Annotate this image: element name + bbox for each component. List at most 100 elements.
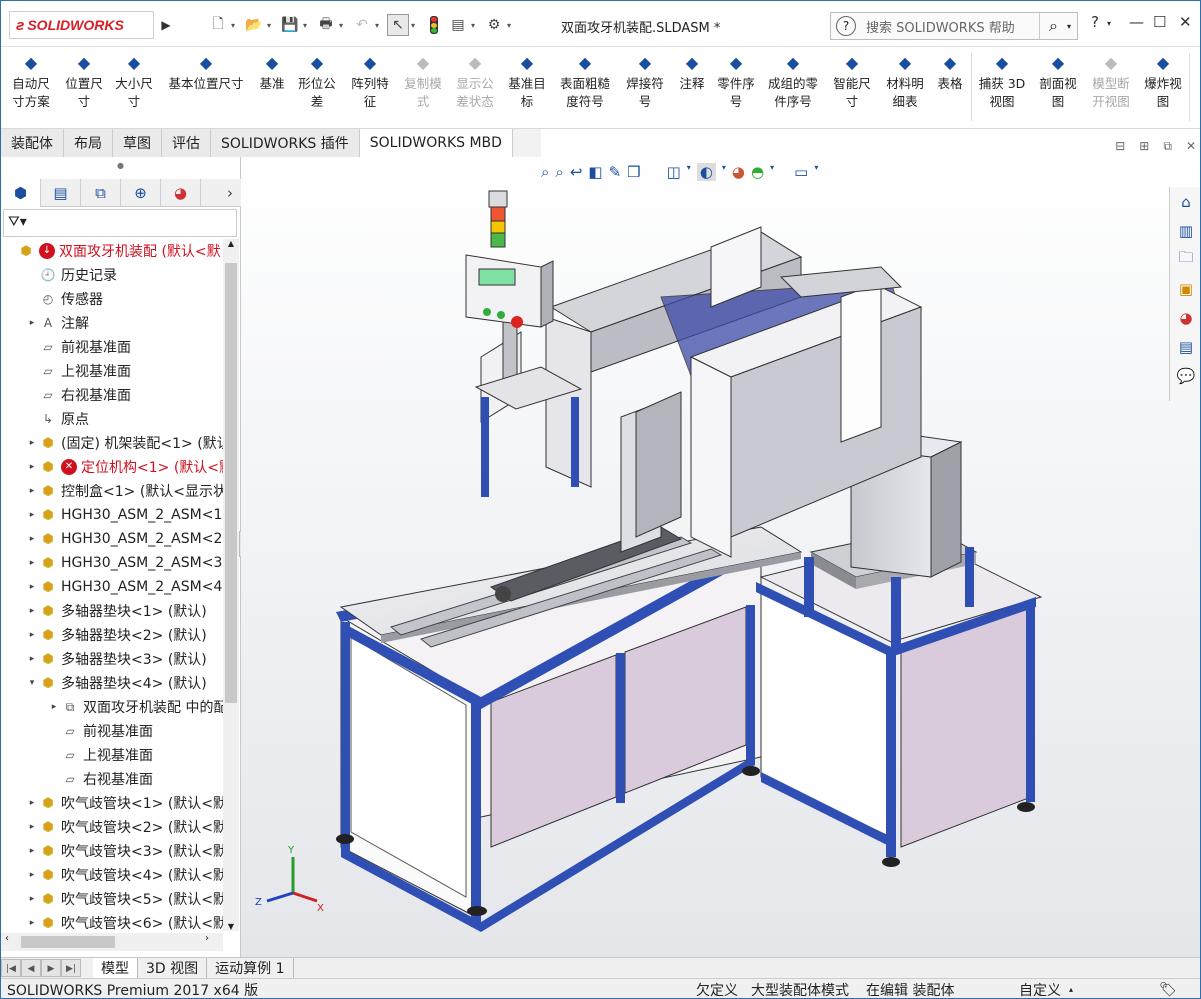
tab-last-icon[interactable]: ▶| [61,959,81,977]
expand-arrow-icon[interactable]: ▸ [47,702,61,712]
expand-arrow-icon[interactable]: ▸ [25,534,39,544]
viewport-close-icon[interactable]: ✕ [1186,139,1196,154]
tree-item[interactable]: ▾ ⬢ 多轴器垫块<4> (默认) [1,671,223,695]
bottom-tab-1[interactable]: 3D 视图 [138,957,208,979]
solidworks-resources-icon[interactable]: ⌂ [1170,187,1200,216]
tree-item[interactable]: ▸ ⬢ 多轴器垫块<3> (默认) [1,647,223,671]
tree-vertical-scrollbar[interactable]: ▲ ▼ [223,239,239,931]
tree-item[interactable]: ▸ A 注解 [1,311,223,335]
expand-arrow-icon[interactable]: ▸ [25,462,39,472]
tree-filter[interactable]: ⛛▾ [3,209,237,237]
select-cursor-icon[interactable]: ↖ [387,14,409,36]
design-library-icon[interactable]: ▥ [1170,216,1200,245]
panel-grip-icon[interactable]: ● [117,161,124,170]
units-dropdown-icon[interactable]: ▴ [1069,985,1073,994]
file-explorer-icon[interactable]: 🗀 [1170,245,1200,274]
tree-item[interactable]: ▸ ⬢ 吹气歧管块<2> (默认<默 [1,815,223,839]
solidworks-logo[interactable]: ƨ SOLIDWORKS [9,11,154,39]
cmd-weld-symbol-button[interactable]: ◆ 焊接符号 [619,51,671,111]
cmd-location-dimension-button[interactable]: ◆ 位置尺寸 [59,51,109,111]
tree-item[interactable]: ▱ 右视基准面 [1,383,223,407]
tree-item[interactable]: ▸ ⬢ 多轴器垫块<2> (默认) [1,623,223,647]
cmd-exploded-view-button[interactable]: ◆ 爆炸视图 [1137,51,1189,111]
tree-item[interactable]: ▸ ⬢ 吹气歧管块<1> (默认<默 [1,791,223,815]
property-manager-tab-icon[interactable]: ▤ [41,179,81,207]
tree-item[interactable]: ▸ ⬢ (固定) 机架装配<1> (默认 [1,431,223,455]
options-dropdown-icon[interactable]: ▾ [507,21,517,30]
expand-arrow-icon[interactable]: ▸ [25,822,39,832]
expand-arrow-icon[interactable]: ▸ [25,558,39,568]
expand-arrow-icon[interactable]: ▸ [25,582,39,592]
graphics-area[interactable]: ⊟ ⊞ ⧉ ✕ ⌕ ⌕ ↩ ◧ ✎ ❒ ◫ ▾ ◐ ▾ ◕ ◓ ▾ ▭ ▾ Y … [241,139,1201,957]
cmd-surface-finish-button[interactable]: ◆ 表面粗糙 度符号 [553,51,617,111]
custom-properties-icon[interactable]: ▤ [1170,332,1200,361]
expand-arrow-icon[interactable]: ▸ [25,438,39,448]
new-document-icon[interactable]: 🗋 [207,14,229,36]
cmd-auto-dimension-button[interactable]: ◆ 自动尺 寸方案 [3,51,59,111]
bottom-tab-0[interactable]: 模型 [93,957,138,979]
cmd-balloon-button[interactable]: ◆ 零件序号 [711,51,761,111]
expand-arrow-icon[interactable]: ▾ [25,678,39,688]
help-question-icon[interactable]: ? [1091,13,1099,31]
print-dropdown-icon[interactable]: ▾ [339,21,349,30]
viewport-tile-icon[interactable]: ⊟ [1115,139,1125,154]
configuration-manager-tab-icon[interactable]: ⧉ [81,179,121,207]
assembly-model-render[interactable]: Y X Z [241,157,1201,957]
save-dropdown-icon[interactable]: ▾ [303,21,313,30]
expand-arrow-icon[interactable]: ▸ [25,318,39,328]
open-dropdown-icon[interactable]: ▾ [267,21,277,30]
bottom-tab-2[interactable]: 运动算例 1 [207,957,294,979]
scrollbar-thumb[interactable] [225,263,237,703]
status-units[interactable]: 自定义 [1019,980,1061,999]
tree-horizontal-scrollbar[interactable]: ‹ › [1,933,223,951]
filter-icon[interactable]: ⛛▾ [8,214,27,230]
options-gear-icon[interactable]: ⚙ [483,14,505,36]
rebuild-traffic-light-icon[interactable] [423,14,445,36]
tree-item[interactable]: ▱ 前视基准面 [1,335,223,359]
help-search-box[interactable]: ? 搜索 SOLIDWORKS 帮助 ⌕ ▾ [830,12,1078,40]
cmd-capture-3d-view-button[interactable]: ◆ 捕获 3D 视图 [973,51,1031,111]
display-manager-tab-icon[interactable]: ◕ [161,179,201,207]
tab-1[interactable]: 布局 [64,129,113,157]
expand-arrow-icon[interactable]: ▸ [25,798,39,808]
tree-item[interactable]: ▱ 前视基准面 [1,719,223,743]
tab-5[interactable]: SOLIDWORKS MBD [359,129,513,157]
search-input[interactable]: 搜索 SOLIDWORKS 帮助 [866,17,1039,36]
viewport-split-icon[interactable]: ⊞ [1139,139,1149,154]
tree-item[interactable]: ▸ ⬢ HGH30_ASM_2_ASM<4 [1,575,223,599]
viewport-restore-icon[interactable]: ⧉ [1163,139,1172,154]
tree-item[interactable]: ◴ 传感器 [1,287,223,311]
tree-item[interactable]: ▸ ⬢ 多轴器垫块<1> (默认) [1,599,223,623]
expand-arrow-icon[interactable]: ▸ [25,918,39,928]
scroll-up-icon[interactable]: ▲ [223,239,239,248]
cmd-datum-target-button[interactable]: ◆ 基准目标 [501,51,553,111]
undo-dropdown-icon[interactable]: ▾ [375,21,385,30]
tab-4[interactable]: SOLIDWORKS 插件 [211,129,360,157]
expand-arrow-icon[interactable]: ▸ [25,846,39,856]
tree-item[interactable]: ▸ ⬢ HGH30_ASM_2_ASM<2 [1,527,223,551]
select-dropdown-icon[interactable]: ▾ [411,21,421,30]
tree-item[interactable]: ↳ 原点 [1,407,223,431]
cmd-stacked-balloon-button[interactable]: ◆ 成组的零 件序号 [761,51,825,111]
menu-expand-icon[interactable]: ▶ [159,15,173,35]
cmd-size-dimension-button[interactable]: ◆ 大小尺寸 [109,51,159,111]
expand-arrow-icon[interactable]: ▸ [25,606,39,616]
tab-3[interactable]: 评估 [162,129,211,157]
tree-item[interactable]: ▸ ⬢ 吹气歧管块<6> (默认<默 [1,911,223,932]
file-properties-icon[interactable]: ▤ [447,14,469,36]
cmd-section-view-button[interactable]: ◆ 剖面视图 [1033,51,1083,111]
search-icon[interactable]: ⌕ [1039,13,1067,39]
expand-arrow-icon[interactable]: ▸ [25,510,39,520]
cmd-datum-button[interactable]: ◆ 基准 [253,51,291,93]
view-palette-icon[interactable]: ▣ [1170,274,1200,303]
tab-2[interactable]: 草图 [113,129,162,157]
search-dropdown-icon[interactable]: ▾ [1067,22,1077,31]
expand-arrow-icon[interactable]: ▸ [25,654,39,664]
new-dropdown-icon[interactable]: ▾ [231,21,241,30]
tree-item[interactable]: ⬢ ↓ 双面攻牙机装配 (默认<默 [1,239,223,263]
help-dropdown-icon[interactable]: ▾ [1107,19,1111,28]
tree-item[interactable]: ▸ ⬢ 控制盒<1> (默认<显示状 [1,479,223,503]
h-scrollbar-thumb[interactable] [21,936,115,948]
cmd-show-tolerance-status-button[interactable]: ◆ 显示公 差状态 [449,51,501,111]
cmd-pattern-feature-button[interactable]: ◆ 阵列特征 [345,51,395,111]
